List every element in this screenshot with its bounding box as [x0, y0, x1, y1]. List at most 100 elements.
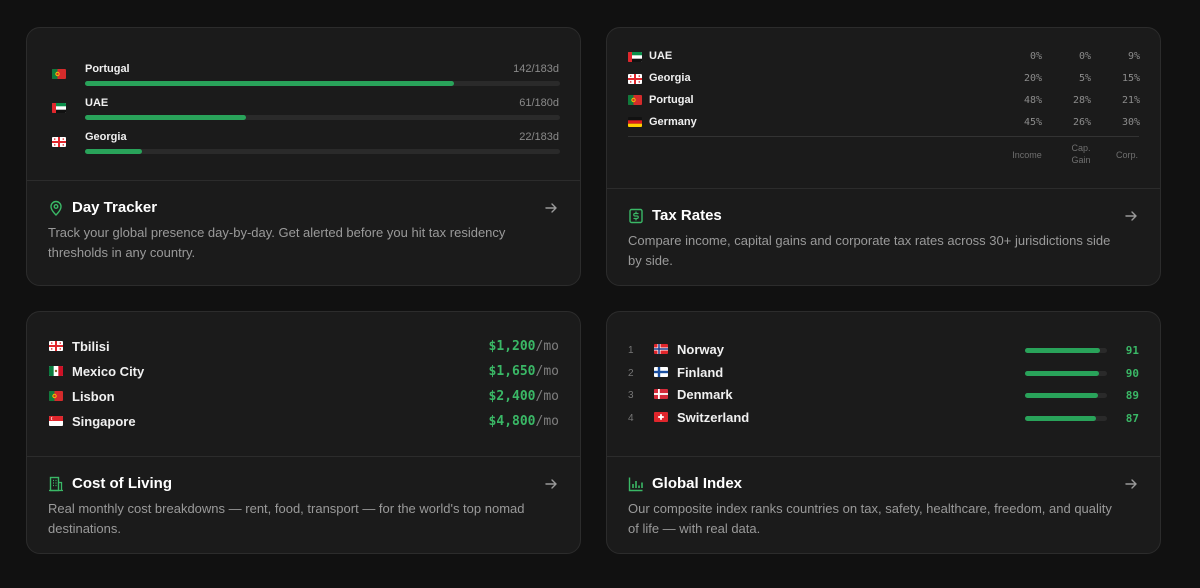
tracker-country-name: Portugal — [85, 63, 130, 75]
cost-unit: /mo — [535, 339, 559, 354]
arrow-right-icon[interactable] — [544, 201, 558, 215]
tax-country-name: Portugal — [649, 94, 694, 106]
tracker-progress-fill — [85, 115, 247, 120]
city-monthly-cost: $4,800/mo — [489, 414, 559, 429]
cost-unit: /mo — [535, 414, 559, 429]
tracker-country-name: UAE — [85, 97, 109, 109]
cap-gain-header-line1: Cap. — [1071, 143, 1091, 153]
rank-number: 4 — [628, 413, 634, 424]
tracker-progress-bar — [85, 115, 560, 120]
tax-rates-title: Tax Rates — [652, 207, 722, 224]
tax-cap-gain-rate: 0% — [1078, 51, 1091, 62]
arrow-right-icon[interactable] — [1124, 209, 1138, 223]
index-score-fill — [1025, 416, 1097, 421]
tax-table-divider — [628, 136, 1139, 137]
tax-cap-gain-rate: 26% — [1072, 117, 1091, 128]
index-country-name: Finland — [677, 365, 724, 380]
norway-flag-icon — [654, 344, 668, 354]
tax-corp-rate: 21% — [1121, 95, 1140, 106]
index-country-name: Norway — [677, 342, 724, 357]
index-score-bar — [1025, 348, 1107, 353]
tax-corp-rate: 30% — [1121, 117, 1140, 128]
tax-rates-card[interactable]: UAE 0% 0% 9% Georgia 20% 5% 15% Portugal… — [606, 27, 1161, 286]
day-tracker-preview: Portugal 142/183d UAE 61/180d Georgia 22… — [27, 28, 580, 181]
georgia-flag-icon — [49, 341, 63, 351]
city-monthly-cost: $2,400/mo — [489, 389, 559, 404]
singapore-flag-icon — [49, 416, 63, 426]
tax-cap-gain-rate: 28% — [1072, 95, 1091, 106]
index-score: 89 — [1125, 389, 1139, 402]
global-index-footer: Global Index Our composite index ranks c… — [607, 457, 1160, 553]
cost-unit: /mo — [535, 364, 559, 379]
index-country-name: Switzerland — [677, 410, 750, 425]
cost-of-living-footer: Cost of Living Real monthly cost breakdo… — [27, 457, 580, 553]
tax-corp-rate: 15% — [1121, 73, 1140, 84]
day-tracker-footer: Day Tracker Track your global presence d… — [27, 181, 580, 285]
index-score: 90 — [1125, 367, 1139, 380]
cost-amount: $1,200 — [488, 339, 536, 354]
georgia-flag-icon — [52, 137, 66, 147]
cost-of-living-title: Cost of Living — [72, 475, 172, 492]
rank-number: 1 — [628, 345, 634, 356]
cost-unit: /mo — [535, 389, 559, 404]
income-column-header: Income — [1012, 150, 1042, 160]
uae-flag-icon — [52, 103, 66, 113]
tax-income-rate: 0% — [1029, 51, 1042, 62]
tracker-country-name: Georgia — [85, 131, 127, 143]
index-score: 91 — [1125, 344, 1139, 357]
portugal-flag-icon — [52, 69, 66, 79]
finland-flag-icon — [654, 367, 668, 377]
tax-country-name: Georgia — [649, 72, 691, 84]
cap-gain-header-line2: Gain — [1071, 155, 1091, 165]
arrow-right-icon[interactable] — [544, 477, 558, 491]
bar-chart-icon — [628, 477, 643, 492]
dollar-document-icon — [629, 208, 643, 224]
day-tracker-card[interactable]: Portugal 142/183d UAE 61/180d Georgia 22… — [26, 27, 581, 286]
city-monthly-cost: $1,200/mo — [489, 339, 559, 354]
georgia-flag-icon — [628, 74, 642, 84]
city-name: Singapore — [72, 414, 136, 429]
switzerland-flag-icon — [654, 412, 668, 422]
tax-rates-description: Compare income, capital gains and corpor… — [628, 233, 1111, 268]
germany-flag-icon — [628, 117, 642, 127]
tracker-day-count: 142/183d — [513, 63, 559, 75]
tax-income-rate: 48% — [1023, 95, 1042, 106]
tracker-day-count: 22/183d — [519, 131, 559, 143]
corp-column-header: Corp. — [1115, 150, 1138, 160]
index-score-bar — [1025, 416, 1107, 421]
day-tracker-title: Day Tracker — [72, 199, 158, 216]
cost-of-living-description: Real monthly cost breakdowns — rent, foo… — [48, 501, 525, 536]
global-index-preview: 1 Norway 91 2 Finland 90 3 Denmark 89 4 … — [607, 312, 1160, 457]
cap-gain-column-header: Cap. Gain — [1061, 142, 1101, 166]
portugal-flag-icon — [49, 391, 63, 401]
city-monthly-cost: $1,650/mo — [489, 364, 559, 379]
tax-cap-gain-rate: 5% — [1078, 73, 1091, 84]
tax-corp-rate: 9% — [1127, 51, 1140, 62]
index-score-fill — [1025, 348, 1100, 353]
cost-of-living-card[interactable]: Tbilisi $1,200/mo Mexico City $1,650/mo … — [26, 311, 581, 554]
uae-flag-icon — [628, 52, 642, 62]
index-score-bar — [1025, 393, 1107, 398]
index-country-name: Denmark — [677, 387, 733, 402]
arrow-right-icon[interactable] — [1124, 477, 1138, 491]
rank-number: 2 — [628, 368, 634, 379]
index-score-fill — [1025, 371, 1099, 376]
day-tracker-description: Track your global presence day-by-day. G… — [48, 225, 506, 260]
tracker-progress-bar — [85, 149, 560, 154]
tax-country-name: Germany — [649, 116, 697, 128]
tracker-day-count: 61/180d — [519, 97, 559, 109]
mexico-flag-icon — [49, 366, 63, 376]
index-score-bar — [1025, 371, 1107, 376]
global-index-title: Global Index — [652, 475, 743, 492]
rank-number: 3 — [628, 390, 634, 401]
cost-amount: $4,800 — [488, 414, 536, 429]
global-index-card[interactable]: 1 Norway 91 2 Finland 90 3 Denmark 89 4 … — [606, 311, 1161, 554]
tax-rates-preview: UAE 0% 0% 9% Georgia 20% 5% 15% Portugal… — [607, 28, 1160, 189]
tax-country-name: UAE — [649, 50, 673, 62]
tax-rates-footer: Tax Rates Compare income, capital gains … — [607, 189, 1160, 285]
city-name: Tbilisi — [72, 339, 110, 354]
tax-income-rate: 20% — [1023, 73, 1042, 84]
portugal-flag-icon — [628, 95, 642, 105]
building-icon — [49, 476, 63, 492]
tracker-progress-bar — [85, 81, 560, 86]
